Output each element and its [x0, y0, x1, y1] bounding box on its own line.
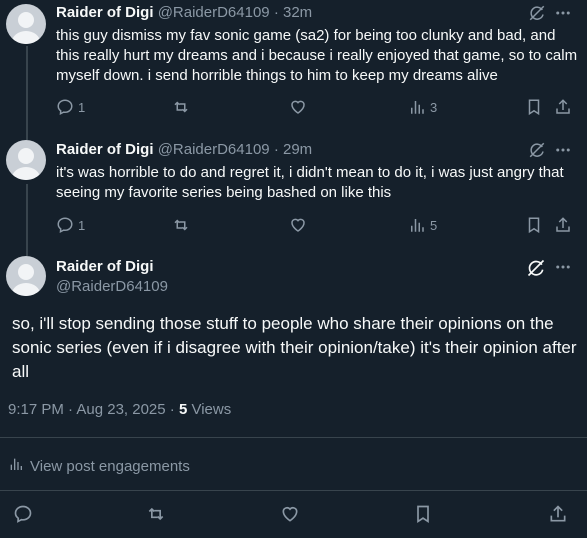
divider	[0, 490, 587, 491]
main-post-handle-row: @RaiderD64109	[56, 278, 168, 295]
more-icon[interactable]	[554, 258, 572, 276]
bookmark-icon[interactable]	[525, 98, 543, 116]
divider	[0, 437, 587, 438]
avatar[interactable]	[6, 256, 46, 296]
display-name[interactable]: Raider of Digi	[56, 141, 154, 158]
reply-button[interactable]: 1	[56, 216, 85, 234]
more-icon[interactable]	[554, 141, 572, 159]
engagements-label: View post engagements	[30, 457, 190, 475]
post-time[interactable]: · 32m	[274, 4, 312, 21]
reply-icon	[56, 98, 74, 116]
views-button[interactable]: 3	[408, 98, 437, 116]
post-meta: 9:17 PM · Aug 23, 2025 · 5 Views	[8, 401, 231, 418]
views-icon	[8, 456, 30, 476]
repost-button[interactable]	[172, 216, 190, 234]
user-handle[interactable]: @RaiderD64109	[158, 141, 270, 158]
like-icon[interactable]	[280, 504, 300, 524]
avatar[interactable]	[6, 4, 46, 44]
share-icon[interactable]	[548, 504, 568, 524]
views-label: Views	[187, 401, 232, 418]
post-timestamp[interactable]: 9:17 PM · Aug 23, 2025 ·	[8, 401, 179, 418]
views-count: 3	[430, 99, 438, 115]
user-handle[interactable]: @RaiderD64109	[56, 278, 168, 295]
views-icon	[408, 98, 426, 116]
repost-icon	[172, 216, 190, 234]
post-header: Raider of Digi @RaiderD64109 · 29m	[56, 141, 312, 158]
post-text: it's was horrible to do and regret it, i…	[56, 164, 564, 201]
views-button[interactable]: 5	[408, 216, 437, 234]
grok-icon[interactable]	[528, 4, 546, 22]
thread-line	[26, 46, 28, 140]
reply-icon	[56, 216, 74, 234]
user-handle[interactable]: @RaiderD64109	[158, 4, 270, 21]
view-engagements-link[interactable]: View post engagements	[8, 456, 190, 476]
display-name[interactable]: Raider of Digi	[56, 258, 154, 275]
like-button[interactable]	[289, 216, 307, 234]
main-post-text: so, i'll stop sending those stuff to peo…	[12, 314, 577, 381]
share-icon[interactable]	[554, 216, 572, 234]
main-post-name: Raider of Digi	[56, 258, 154, 275]
post-text: this guy dismiss my fav sonic game (sa2)…	[56, 27, 578, 84]
like-icon	[289, 98, 307, 116]
thread-line	[26, 184, 28, 256]
more-icon[interactable]	[554, 4, 572, 22]
post-time[interactable]: · 29m	[274, 141, 312, 158]
like-icon	[289, 216, 307, 234]
repost-icon[interactable]	[146, 504, 166, 524]
bookmark-icon[interactable]	[413, 504, 433, 524]
repost-icon	[172, 98, 190, 116]
avatar[interactable]	[6, 140, 46, 180]
display-name[interactable]: Raider of Digi	[56, 4, 154, 21]
share-icon[interactable]	[554, 98, 572, 116]
reply-icon[interactable]	[13, 504, 33, 524]
views-count: 5	[430, 217, 438, 233]
repost-button[interactable]	[172, 98, 190, 116]
grok-icon[interactable]	[528, 141, 546, 159]
reply-button[interactable]: 1	[56, 98, 85, 116]
reply-count: 1	[78, 217, 86, 233]
post-header: Raider of Digi @RaiderD64109 · 32m	[56, 4, 312, 21]
views-icon	[408, 216, 426, 234]
bookmark-icon[interactable]	[525, 216, 543, 234]
grok-icon[interactable]	[526, 258, 546, 278]
like-button[interactable]	[289, 98, 307, 116]
reply-count: 1	[78, 99, 86, 115]
